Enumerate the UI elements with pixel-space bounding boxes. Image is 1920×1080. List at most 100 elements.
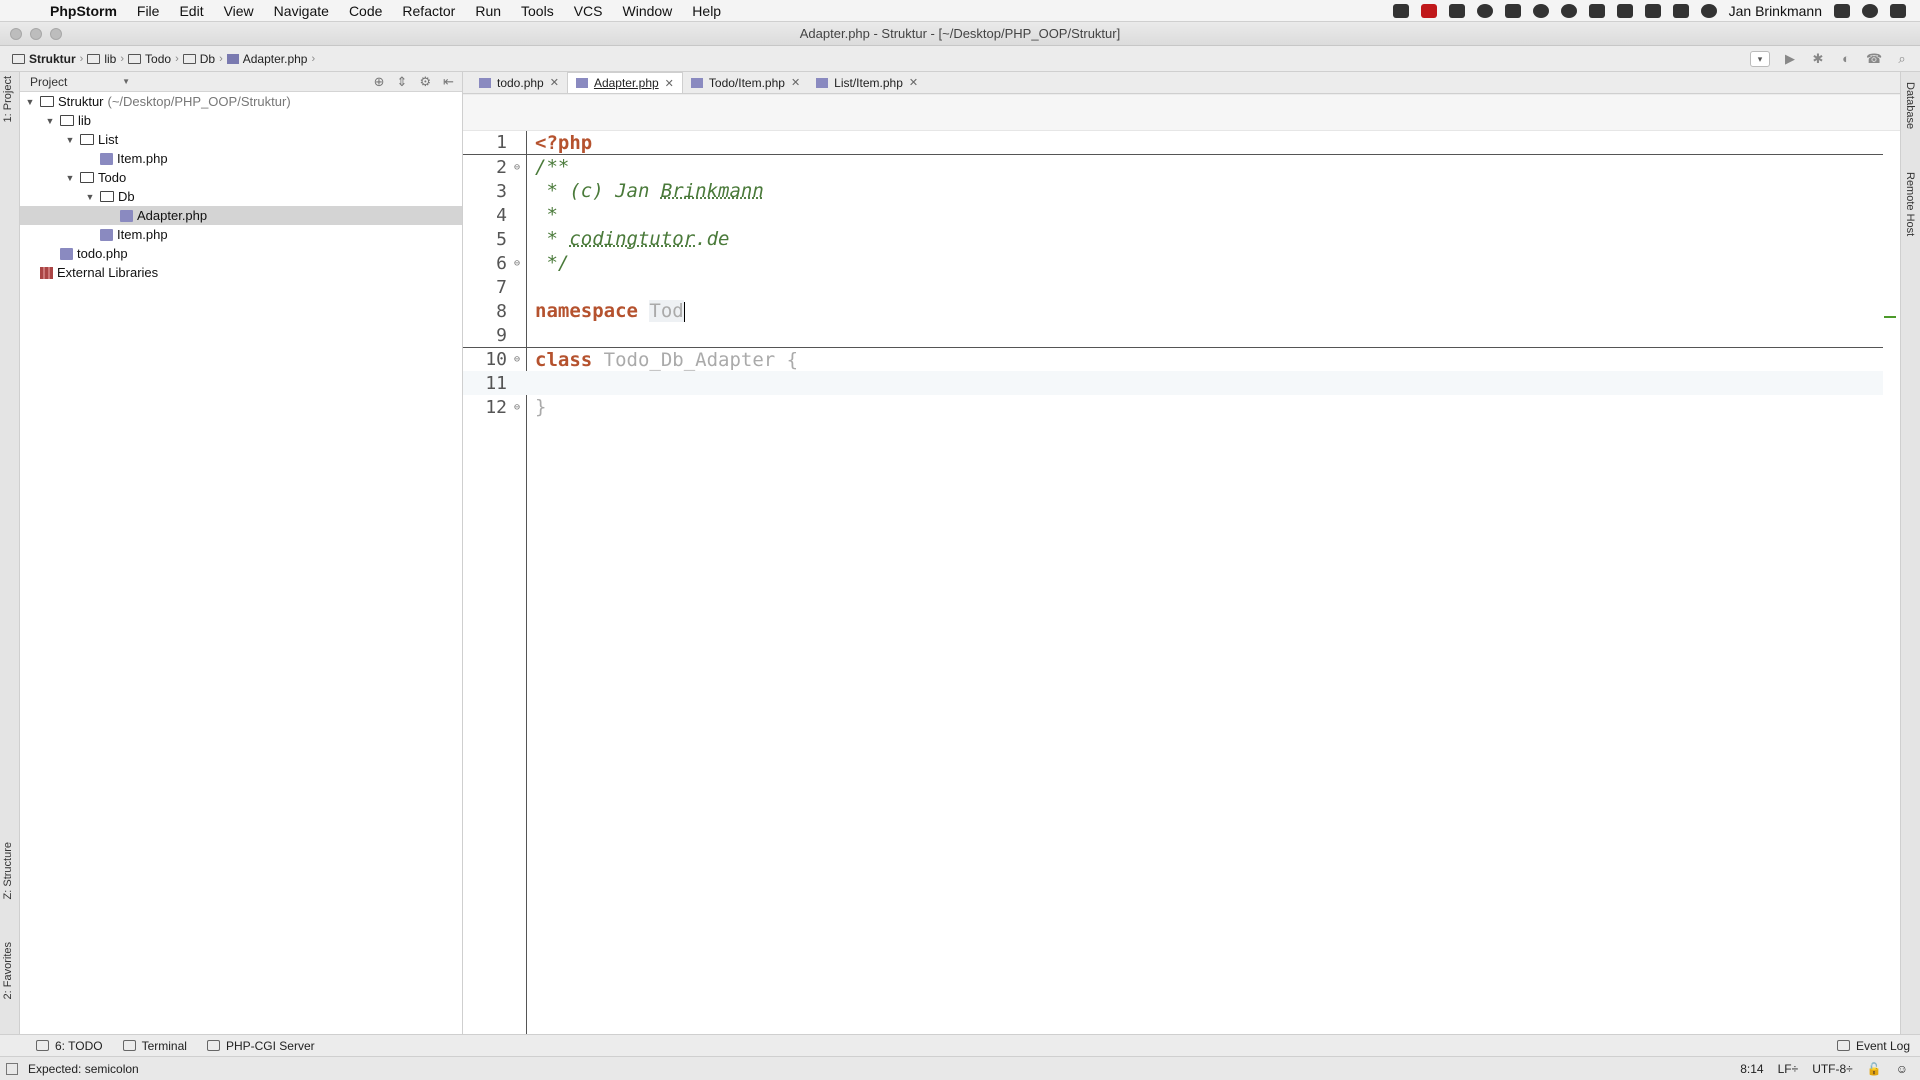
stop-listening-icon[interactable]: ☎ <box>1866 51 1882 66</box>
code-line[interactable]: 10 ⊖ class Todo_Db_Adapter { <box>463 347 1883 371</box>
tray-app-icon[interactable] <box>1392 3 1409 18</box>
breadcrumb-adapter[interactable]: Adapter.php <box>223 52 312 66</box>
menu-edit[interactable]: Edit <box>169 3 213 19</box>
remote-host-tool-tab[interactable]: Remote Host <box>1904 172 1916 236</box>
close-tab-icon[interactable]: ✕ <box>550 76 559 89</box>
tray-info-icon[interactable] <box>1476 3 1493 18</box>
tree-item-todo-item-php[interactable]: Item.php <box>20 225 462 244</box>
code-line[interactable]: 1 <?php <box>463 131 1883 155</box>
fold-marker-icon[interactable]: ⊖ <box>507 402 527 413</box>
tray-creative-cloud-icon[interactable] <box>1560 3 1577 18</box>
menu-run[interactable]: Run <box>465 3 511 19</box>
coverage-icon[interactable]: ◐ <box>1838 51 1854 66</box>
tree-item-todo[interactable]: ▼ Todo <box>20 168 462 187</box>
tray-volume-icon[interactable] <box>1644 3 1661 18</box>
tree-item-list[interactable]: ▼ List <box>20 130 462 149</box>
tree-item-lib[interactable]: ▼ lib <box>20 111 462 130</box>
search-everywhere-icon[interactable]: ⌕ <box>1894 51 1910 66</box>
tree-item-db[interactable]: ▼ Db <box>20 187 462 206</box>
tray-user-name[interactable]: Jan Brinkmann <box>1729 3 1822 19</box>
lock-icon[interactable]: 🔓 <box>1867 1062 1882 1076</box>
caret-position[interactable]: 8:14 <box>1740 1062 1763 1076</box>
collapse-all-icon[interactable]: ⇕ <box>397 74 408 90</box>
tray-record-icon[interactable] <box>1420 3 1437 18</box>
code-lines[interactable]: 1 <?php 2 ⊖/** 3 * (c) Jan Brinkmann 4 * 5 * c… <box>463 131 1883 419</box>
tray-time-machine-icon[interactable] <box>1700 3 1717 18</box>
code-line[interactable]: 12 ⊖} <box>463 395 1883 419</box>
tab-todo-item-php[interactable]: Todo/Item.php ✕ <box>683 72 808 93</box>
php-cgi-server-tool-button[interactable]: PHP-CGI Server <box>197 1039 325 1053</box>
tray-search-icon[interactable] <box>1862 3 1878 18</box>
tab-todo-php[interactable]: todo.php ✕ <box>471 72 567 93</box>
fold-marker-icon[interactable]: ⊖ <box>507 162 527 173</box>
tab-list-item-php[interactable]: List/Item.php ✕ <box>808 72 926 93</box>
change-marker[interactable] <box>1884 316 1896 318</box>
expand-arrow-icon[interactable]: ▼ <box>24 97 36 107</box>
tray-lock-icon[interactable] <box>1834 3 1850 18</box>
tree-item-todo-php[interactable]: todo.php <box>20 244 462 263</box>
scroll-from-source-icon[interactable]: ⊕ <box>374 74 385 90</box>
toggle-tool-windows-icon[interactable] <box>6 1062 18 1075</box>
breadcrumb-todo[interactable]: Todo <box>124 52 175 66</box>
inspector-icon[interactable]: ☺ <box>1896 1062 1908 1076</box>
code-text[interactable]: namespace Tod <box>527 300 685 322</box>
tab-adapter-php[interactable]: Adapter.php ✕ <box>566 72 683 93</box>
breadcrumb-lib[interactable]: lib <box>83 52 120 66</box>
breadcrumb-db[interactable]: Db <box>179 52 219 66</box>
expand-arrow-icon[interactable]: ▼ <box>84 192 96 202</box>
code-text[interactable]: <?php <box>527 132 592 154</box>
tray-dropbox-icon[interactable] <box>1588 3 1605 18</box>
expand-arrow-icon[interactable]: ▼ <box>44 116 56 126</box>
tree-item-struktur[interactable]: ▼ Struktur (~/Desktop/PHP_OOP/Struktur) <box>20 92 462 111</box>
code-text[interactable]: * codingtutor.de <box>527 228 729 250</box>
code-line[interactable]: 6 ⊖ */ <box>463 251 1883 275</box>
code-line[interactable]: 5 * codingtutor.de <box>463 227 1883 251</box>
fold-marker-icon[interactable]: ⊖ <box>507 258 527 269</box>
tree-item-adapter-php[interactable]: Adapter.php <box>20 206 462 225</box>
menu-navigate[interactable]: Navigate <box>264 3 339 19</box>
code-text[interactable]: */ <box>527 252 569 274</box>
close-tab-icon[interactable]: ✕ <box>665 77 674 90</box>
todo-tool-button[interactable]: 6: TODO <box>26 1039 113 1053</box>
run-configuration-dropdown[interactable]: ▾ <box>1750 50 1770 67</box>
menu-help[interactable]: Help <box>682 3 731 19</box>
run-icon[interactable]: ▶ <box>1782 51 1798 66</box>
menu-file[interactable]: File <box>127 3 170 19</box>
menu-view[interactable]: View <box>214 3 264 19</box>
menu-refactor[interactable]: Refactor <box>392 3 465 19</box>
fold-marker-icon[interactable]: ⊖ <box>507 354 527 365</box>
tray-bluetooth-icon[interactable] <box>1672 3 1689 18</box>
code-line[interactable]: 8 namespace Tod <box>463 299 1883 323</box>
favorites-tool-tab[interactable]: 2: Favorites <box>2 942 14 999</box>
code-text[interactable]: class Todo_Db_Adapter { <box>527 349 798 371</box>
tray-list-icon[interactable] <box>1890 3 1906 18</box>
menu-vcs[interactable]: VCS <box>564 3 613 19</box>
tree-item-external-libraries[interactable]: External Libraries <box>20 263 462 282</box>
tray-evernote-icon[interactable] <box>1504 3 1521 18</box>
structure-tool-tab[interactable]: Z: Structure <box>2 842 14 899</box>
code-text[interactable]: } <box>527 396 546 418</box>
code-text[interactable]: /** <box>527 156 569 178</box>
code-line[interactable]: 3 * (c) Jan Brinkmann <box>463 179 1883 203</box>
database-tool-tab[interactable]: Database <box>1904 82 1916 129</box>
code-line[interactable]: 11 <box>463 371 1883 395</box>
menu-app-name[interactable]: PhpStorm <box>40 3 127 19</box>
close-tab-icon[interactable]: ✕ <box>909 76 918 89</box>
code-line[interactable]: 2 ⊖ /** <box>463 155 1883 179</box>
code-line[interactable]: 9 <box>463 323 1883 347</box>
code-line[interactable]: 4 * <box>463 203 1883 227</box>
project-view-selector[interactable]: Project ▼ <box>30 75 130 89</box>
code-text[interactable]: * (c) Jan Brinkmann <box>527 180 763 202</box>
code-editor[interactable]: 1 <?php 2 ⊖/** 3 * (c) Jan Brinkmann 4 * 5 * c… <box>463 95 1900 1034</box>
terminal-tool-button[interactable]: Terminal <box>113 1039 197 1053</box>
tray-sync-icon[interactable] <box>1532 3 1549 18</box>
project-tool-tab[interactable]: 1: Project <box>2 76 14 122</box>
expand-arrow-icon[interactable]: ▼ <box>64 173 76 183</box>
menu-window[interactable]: Window <box>613 3 683 19</box>
code-text[interactable]: * <box>527 204 557 226</box>
code-line[interactable]: 7 <box>463 275 1883 299</box>
gear-icon[interactable]: ⚙ <box>419 74 431 90</box>
menu-code[interactable]: Code <box>339 3 392 19</box>
tray-bookmark-icon[interactable] <box>1448 3 1465 18</box>
close-tab-icon[interactable]: ✕ <box>791 76 800 89</box>
